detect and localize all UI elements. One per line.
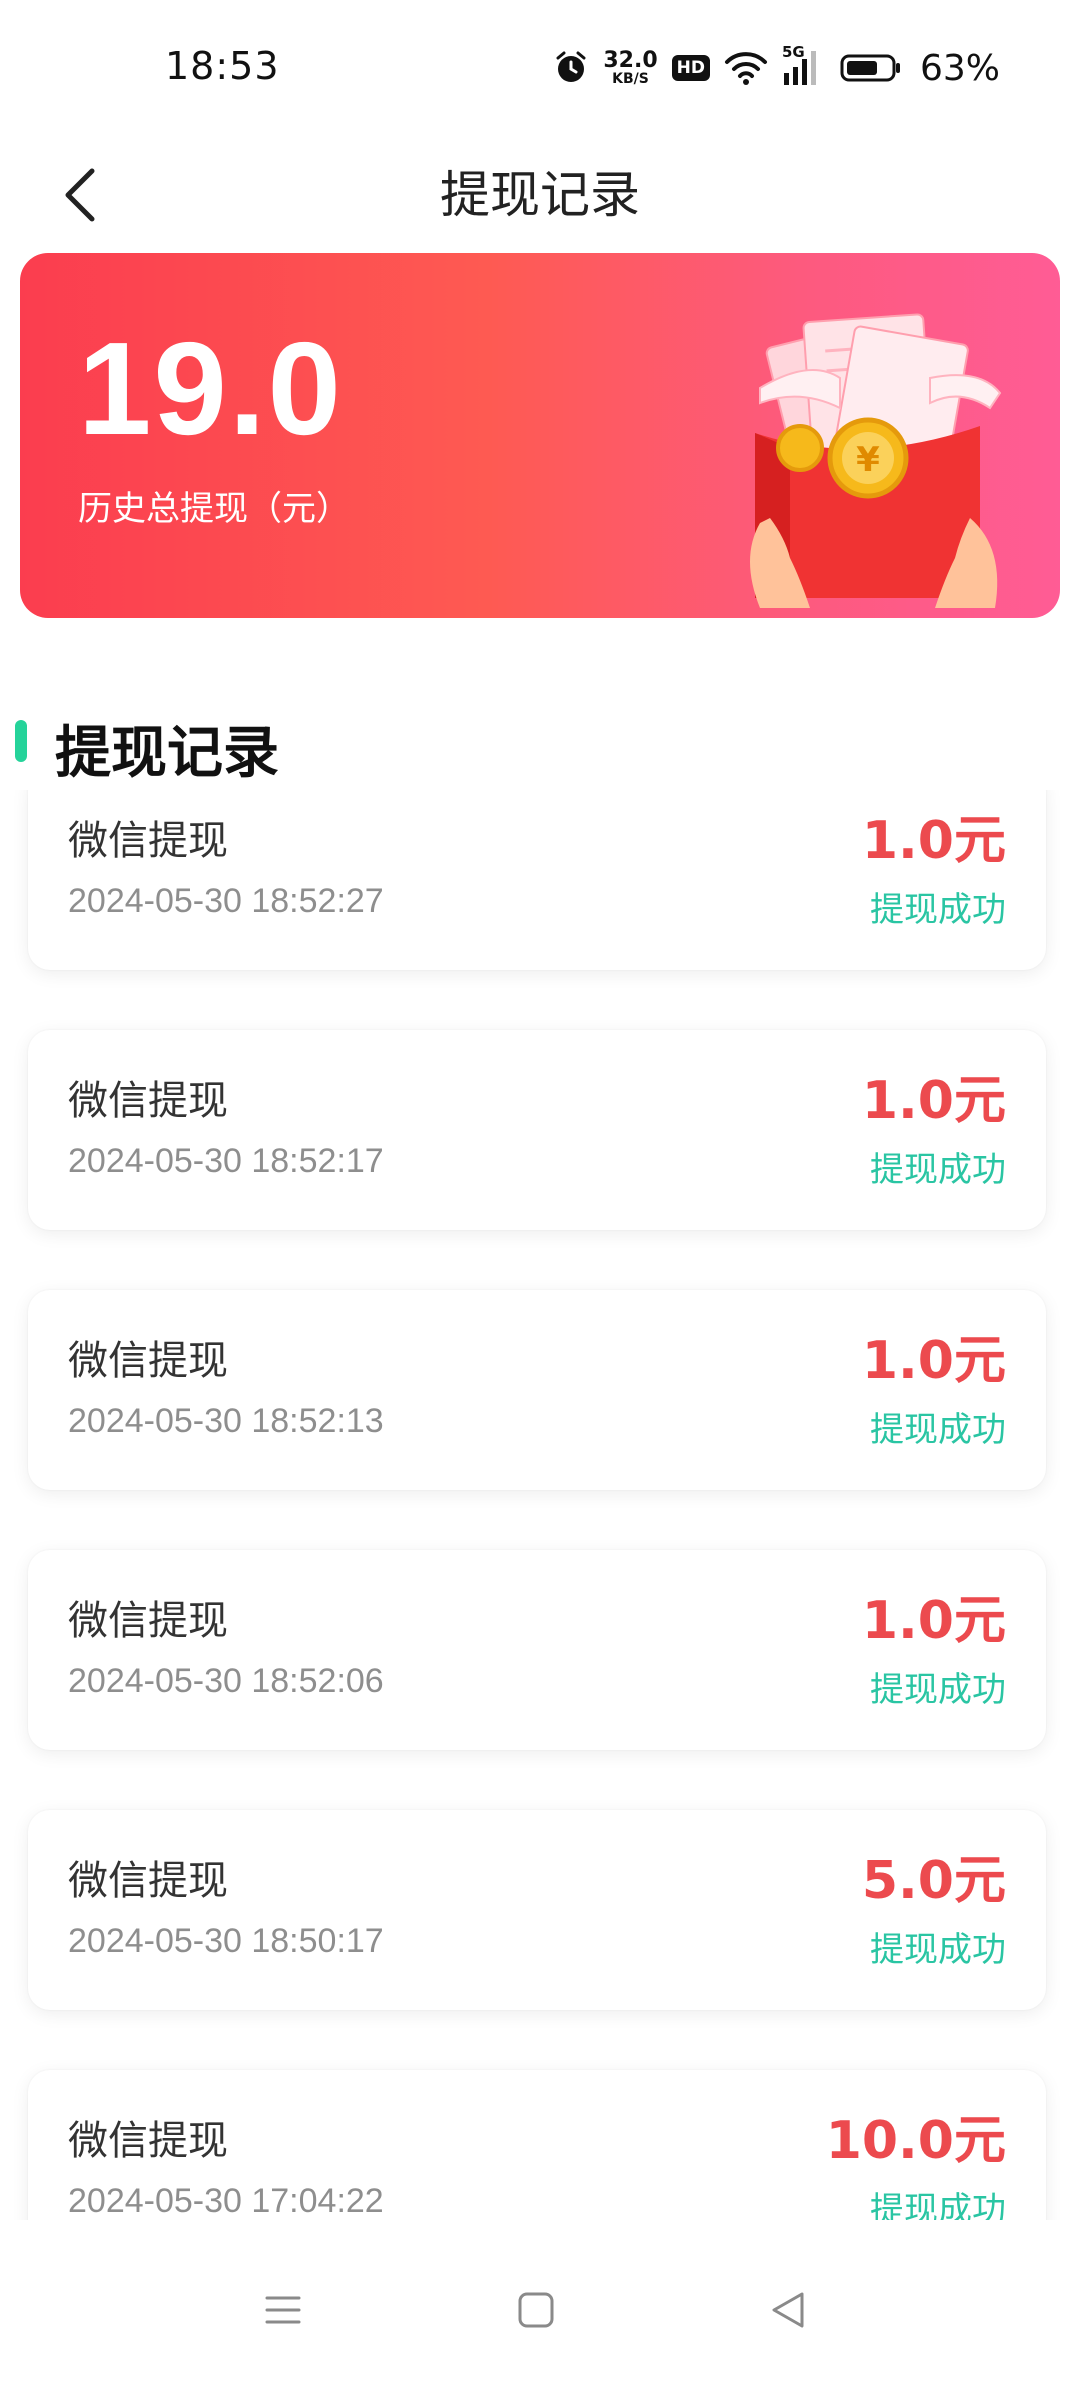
battery-icon xyxy=(840,53,902,83)
record-time: 2024-05-30 18:52:13 xyxy=(68,1402,384,1440)
net-speed-unit: KB/S xyxy=(612,71,649,87)
total-withdraw-label: 历史总提现（元） xyxy=(78,489,350,529)
nav-back-button[interactable] xyxy=(748,2275,828,2345)
nav-home-button[interactable] xyxy=(496,2275,576,2345)
total-withdraw-amount: 19.0 xyxy=(78,315,343,462)
record-card[interactable]: 微信提现 2024-05-30 18:52:13 1.0元 提现成功 xyxy=(28,1290,1046,1490)
record-status: 提现成功 xyxy=(870,1930,1006,1970)
record-card[interactable]: 微信提现 2024-05-30 18:52:27 1.0元 提现成功 xyxy=(28,790,1046,970)
record-status: 提现成功 xyxy=(870,1150,1006,1190)
network-type: 5G xyxy=(781,43,805,61)
record-method: 微信提现 xyxy=(68,2118,228,2164)
record-amount: 1.0元 xyxy=(861,1331,1006,1391)
record-time: 2024-05-30 18:52:17 xyxy=(68,1142,384,1180)
net-speed-value: 32.0 xyxy=(603,48,658,73)
section-accent-bar xyxy=(15,720,27,762)
section-header: 提现记录 xyxy=(0,700,1080,790)
record-time: 2024-05-30 18:50:17 xyxy=(68,1922,384,1960)
record-status: 提现成功 xyxy=(870,890,1006,930)
record-method: 微信提现 xyxy=(68,1338,228,1384)
battery-percent: 63% xyxy=(919,47,1000,89)
status-time: 18:53 xyxy=(165,44,280,88)
record-status: 提现成功 xyxy=(870,1670,1006,1710)
signal-icon: 5G xyxy=(782,43,826,87)
back-triangle-icon xyxy=(772,2292,804,2328)
record-amount: 1.0元 xyxy=(861,1591,1006,1651)
record-amount: 1.0元 xyxy=(861,1071,1006,1131)
app-header: 提现记录 xyxy=(0,140,1080,250)
record-time: 2024-05-30 18:52:27 xyxy=(68,882,384,920)
record-method: 微信提现 xyxy=(68,818,228,864)
record-method: 微信提现 xyxy=(68,1598,228,1644)
record-card[interactable]: 微信提现 2024-05-30 18:50:17 5.0元 提现成功 xyxy=(28,1810,1046,2010)
record-amount: 1.0元 xyxy=(861,811,1006,871)
hd-badge: HD xyxy=(671,55,710,81)
wifi-icon xyxy=(724,50,768,86)
net-speed: 32.0 KB/S xyxy=(603,48,658,87)
summary-banner: 19.0 历史总提现（元） ¥ xyxy=(20,253,1060,618)
record-amount: 5.0元 xyxy=(861,1851,1006,1911)
record-time: 2024-05-30 17:04:22 xyxy=(68,2182,384,2220)
home-square-icon xyxy=(518,2292,554,2328)
svg-text:¥: ¥ xyxy=(856,440,880,480)
record-card[interactable]: 微信提现 2024-05-30 18:52:17 1.0元 提现成功 xyxy=(28,1030,1046,1230)
nav-menu-button[interactable] xyxy=(243,2275,323,2345)
red-envelope-illustration: ¥ xyxy=(750,313,1002,608)
menu-icon xyxy=(265,2296,301,2324)
screen: 18:53 32.0 KB/S HD 5G 63% 提现记录 19.0 历史总提… xyxy=(0,0,1080,2400)
record-card[interactable]: 微信提现 2024-05-30 17:04:22 10.0元 提现成功 xyxy=(28,2070,1046,2220)
withdraw-record-list[interactable]: 微信提现 2024-05-30 18:52:27 1.0元 提现成功 微信提现 … xyxy=(0,790,1080,2220)
system-nav-bar xyxy=(0,2220,1080,2400)
alarm-icon xyxy=(553,50,589,86)
page-title: 提现记录 xyxy=(440,166,640,224)
section-title: 提现记录 xyxy=(55,721,279,786)
record-status: 提现成功 xyxy=(870,1410,1006,1450)
record-time: 2024-05-30 18:52:06 xyxy=(68,1662,384,1700)
record-status: 提现成功 xyxy=(870,2190,1006,2220)
status-icons: 32.0 KB/S HD 5G 63% xyxy=(553,43,1000,90)
status-bar: 18:53 32.0 KB/S HD 5G 63% xyxy=(0,0,1080,140)
record-amount: 10.0元 xyxy=(825,2111,1006,2171)
record-method: 微信提现 xyxy=(68,1858,228,1904)
record-method: 微信提现 xyxy=(68,1078,228,1124)
record-card[interactable]: 微信提现 2024-05-30 18:52:06 1.0元 提现成功 xyxy=(28,1550,1046,1750)
